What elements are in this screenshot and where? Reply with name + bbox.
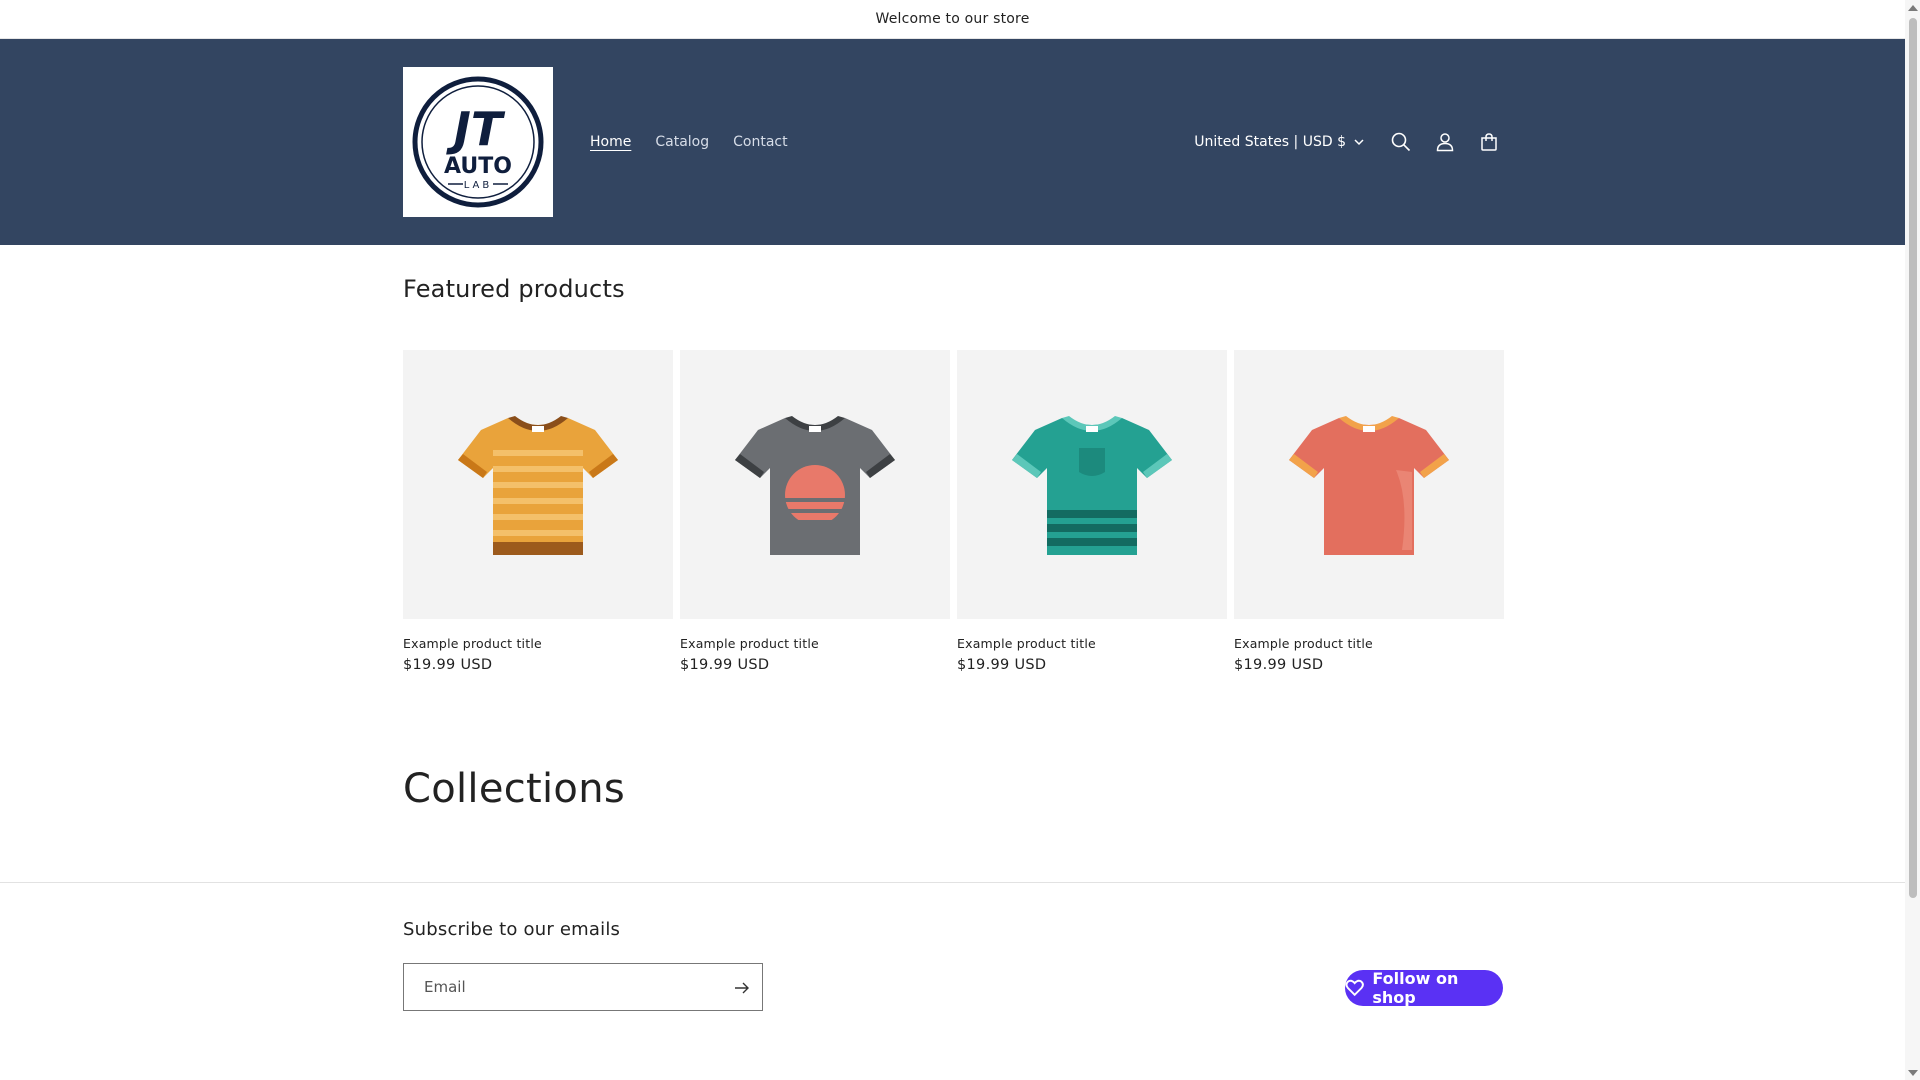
email-field[interactable] (403, 963, 763, 1011)
product-card[interactable]: Example product title $19.99 USD (957, 350, 1227, 673)
collections-heading: Collections (403, 766, 625, 812)
tshirt-teal-pocket-icon (1012, 415, 1172, 555)
product-image (957, 350, 1227, 619)
jt-auto-lab-logo-icon: JT AUTO LAB (412, 76, 544, 208)
currency-label: United States | USD $ (1194, 134, 1346, 150)
product-grid: Example product title $19.99 USD Example… (403, 350, 1504, 673)
product-image (403, 350, 673, 619)
announcement-text: Welcome to our store (875, 11, 1030, 27)
search-button[interactable] (1388, 129, 1414, 155)
currency-selector[interactable]: United States | USD $ (1194, 134, 1364, 150)
site-header: JT AUTO LAB Home Catalog Contact United … (0, 39, 1905, 245)
store-logo[interactable]: JT AUTO LAB (403, 67, 553, 217)
subscribe-button[interactable] (732, 978, 752, 998)
logo-jt-text: JT (446, 102, 506, 156)
product-image (680, 350, 950, 619)
tshirt-striped-orange-icon (458, 415, 618, 555)
follow-on-shop-button[interactable]: Follow on shop (1345, 969, 1503, 1007)
logo-lab-text: LAB (464, 180, 493, 191)
heart-icon (1345, 979, 1364, 997)
product-title[interactable]: Example product title (1234, 636, 1504, 651)
product-card[interactable]: Example product title $19.99 USD (680, 350, 950, 673)
tshirt-gray-sunset-icon (735, 415, 895, 555)
product-image (1234, 350, 1504, 619)
header-actions: United States | USD $ (1194, 39, 1502, 245)
featured-products-section: Featured products Example product title … (403, 275, 1504, 673)
product-title[interactable]: Example product title (680, 636, 950, 651)
email-input[interactable] (424, 978, 714, 996)
product-card[interactable]: Example product title $19.99 USD (403, 350, 673, 673)
scroll-up-arrow-icon[interactable] (1908, 5, 1918, 11)
cart-icon (1481, 133, 1497, 151)
cart-button[interactable] (1476, 129, 1502, 155)
product-price: $19.99 USD (403, 657, 493, 673)
main-nav: Home Catalog Contact (590, 39, 788, 245)
scroll-down-arrow-icon[interactable] (1908, 1070, 1918, 1076)
announcement-bar: Welcome to our store (0, 0, 1905, 39)
page: Welcome to our store JT AUTO LAB Home Ca… (0, 0, 1905, 1080)
product-card[interactable]: Example product title $19.99 USD (1234, 350, 1504, 673)
scrollbar-thumb[interactable] (1909, 18, 1917, 898)
subscribe-title: Subscribe to our emails (403, 919, 621, 940)
account-button[interactable] (1432, 129, 1458, 155)
featured-heading: Featured products (403, 275, 625, 303)
search-icon (1391, 132, 1411, 152)
product-price: $19.99 USD (1234, 657, 1324, 673)
logo-auto-text: AUTO (444, 154, 512, 179)
product-price: $19.99 USD (957, 657, 1047, 673)
account-icon (1436, 133, 1454, 152)
product-price: $19.99 USD (680, 657, 770, 673)
product-title[interactable]: Example product title (403, 636, 673, 651)
page-scrollbar[interactable] (1905, 0, 1920, 1080)
arrow-right-icon (735, 982, 749, 994)
product-title[interactable]: Example product title (957, 636, 1227, 651)
chevron-down-icon (1354, 138, 1364, 145)
site-footer: Subscribe to our emails Follow on shop (0, 882, 1905, 1080)
nav-catalog[interactable]: Catalog (655, 134, 709, 150)
nav-home[interactable]: Home (590, 134, 631, 150)
follow-label: Follow on shop (1372, 969, 1459, 1007)
tshirt-coral-plain-icon (1289, 415, 1449, 555)
nav-contact[interactable]: Contact (733, 134, 787, 150)
